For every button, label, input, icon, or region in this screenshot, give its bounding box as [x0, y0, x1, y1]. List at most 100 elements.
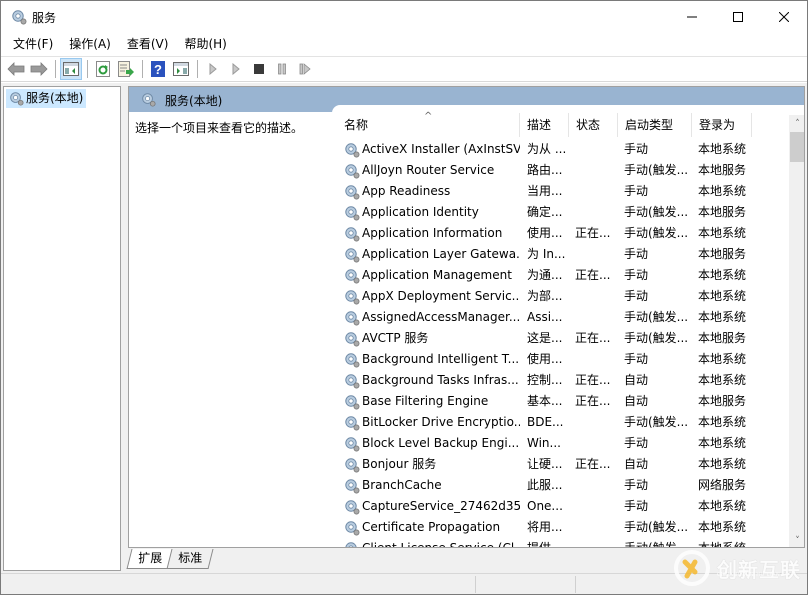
service-status: 正在...	[575, 226, 611, 240]
services-panel: 服务(本地) 选择一个项目来查看它的描述。 ^ 名称 描述 状态 启动类型 登录…	[128, 86, 805, 548]
pause-service-button[interactable]	[271, 58, 293, 80]
service-startup-type: 手动(触发...	[624, 310, 689, 324]
service-gear-icon	[345, 436, 360, 452]
service-row[interactable]: AVCTP 服务 这是... 正在... 手动(触发... 本地服务	[332, 328, 786, 349]
column-header-startup-type[interactable]: 启动类型	[618, 113, 692, 137]
service-name-text: Bonjour 服务	[362, 457, 437, 471]
service-log-on-as: 本地系统	[698, 268, 747, 282]
service-row[interactable]: App Readiness 当用... 手动 本地系统	[332, 181, 786, 202]
service-gear-icon	[345, 394, 360, 410]
refresh-button[interactable]	[92, 58, 114, 80]
watermark-logo-icon	[674, 550, 710, 586]
service-name: Background Tasks Infras...	[332, 370, 520, 391]
service-gear-icon	[345, 457, 360, 473]
service-name-text: Application Management	[362, 268, 512, 282]
service-row[interactable]: BitLocker Drive Encryptio... BDE... 手动(触发.…	[332, 412, 786, 433]
service-status: 正在...	[575, 331, 611, 345]
service-row[interactable]: AppX Deployment Servic... 为部... 手动 本地系统	[332, 286, 786, 307]
services-window: 服务 文件(F) 操作(A) 查看(V) 帮助(H) ? 服务(本地) 服务(本…	[0, 0, 808, 595]
stop-service-button[interactable]	[248, 58, 270, 80]
service-gear-icon	[345, 499, 360, 515]
service-name: AppX Deployment Servic...	[332, 286, 520, 307]
start-service-alt-button[interactable]	[225, 58, 247, 80]
menu-file[interactable]: 文件(F)	[5, 34, 61, 54]
service-startup-type: 手动(触发...	[624, 541, 689, 548]
service-name: BranchCache	[332, 475, 520, 496]
export-list-button[interactable]	[115, 58, 137, 80]
minimize-button[interactable]	[669, 1, 715, 33]
scroll-down-icon[interactable]: ˅	[789, 532, 804, 547]
service-log-on-as: 本地系统	[698, 499, 747, 513]
service-startup-type: 手动	[624, 142, 649, 156]
maximize-button[interactable]	[715, 1, 761, 33]
service-row[interactable]: BranchCache 此服... 手动 网络服务	[332, 475, 786, 496]
export-list-icon	[118, 61, 134, 77]
service-description: 将用...	[527, 520, 563, 534]
menu-view[interactable]: 查看(V)	[119, 34, 177, 54]
back-button[interactable]	[5, 58, 27, 80]
service-row[interactable]: Base Filtering Engine 基本... 正在... 自动 本地服务	[332, 391, 786, 412]
service-row[interactable]: Bonjour 服务 让硬... 正在... 自动 本地系统	[332, 454, 786, 475]
service-startup-type: 手动(触发...	[624, 226, 689, 240]
tab-standard[interactable]: 标准	[166, 549, 214, 569]
service-row[interactable]: ActiveX Installer (AxInstSV) 为从 ... 手动 本地系统	[332, 139, 786, 160]
service-row[interactable]: Background Tasks Infras... 控制... 正在... 自动 本地…	[332, 370, 786, 391]
service-startup-type: 手动(触发...	[624, 205, 689, 219]
service-row[interactable]: CaptureService_27462d35 One... 手动 本地系统	[332, 496, 786, 517]
service-name: AssignedAccessManager...	[332, 307, 520, 328]
service-row[interactable]: Certificate Propagation 将用... 手动(触发... 本地系统	[332, 517, 786, 538]
services-list: ^ 名称 描述 状态 启动类型 登录为 ActiveX Installer (A…	[332, 105, 804, 548]
service-row[interactable]: Application Management 为通... 正在... 手动 本地系统	[332, 265, 786, 286]
service-name: AVCTP 服务	[332, 328, 520, 349]
service-description: 基本...	[527, 394, 563, 408]
svg-text:?: ?	[154, 62, 162, 77]
column-header-log-on-as[interactable]: 登录为	[692, 113, 752, 137]
status-divider	[575, 576, 576, 593]
service-row[interactable]: Application Layer Gatewa... 为 In... 手动 本地服务	[332, 244, 786, 265]
service-row[interactable]: Application Identity 确定... 手动(触发... 本地服务	[332, 202, 786, 223]
main-content: 服务(本地) 服务(本地) 选择一个项目来查看它的描述。 ^ 名称 描述 状态 …	[1, 83, 807, 573]
menu-action[interactable]: 操作(A)	[61, 34, 119, 54]
service-log-on-as: 本地系统	[698, 310, 747, 324]
service-row[interactable]: AllJoyn Router Service 路由... 手动(触发... 本地服务	[332, 160, 786, 181]
service-row[interactable]: Block Level Backup Engi... Win... 手动 本地系统	[332, 433, 786, 454]
service-startup-type: 手动	[624, 478, 649, 492]
service-startup-type: 手动	[624, 247, 649, 261]
show-action-pane-button[interactable]	[170, 58, 192, 80]
pause-service-icon	[278, 63, 286, 75]
service-row[interactable]: Background Intelligent T... 使用... 手动 本地系统	[332, 349, 786, 370]
service-description: 使用...	[527, 352, 563, 366]
restart-service-button[interactable]	[294, 58, 316, 80]
service-description: 控制...	[527, 373, 563, 387]
title-bar: 服务	[1, 1, 807, 33]
service-row[interactable]: Client License Service (Cl... 提供... 手动(触发.…	[332, 538, 786, 548]
show-hide-console-tree-button[interactable]	[60, 58, 82, 80]
column-header-status[interactable]: 状态	[569, 113, 618, 137]
forward-button[interactable]	[28, 58, 50, 80]
service-log-on-as: 本地服务	[698, 205, 747, 219]
scroll-up-icon[interactable]: ˄	[789, 115, 804, 132]
vertical-scrollbar[interactable]: ˄ ˅	[789, 115, 804, 547]
service-name-text: ActiveX Installer (AxInstSV)	[362, 142, 520, 156]
service-gear-icon	[345, 352, 360, 368]
service-name: Client License Service (Cl...	[332, 538, 520, 548]
close-button[interactable]	[761, 1, 807, 33]
service-log-on-as: 本地服务	[698, 247, 747, 261]
column-header-name[interactable]: ^ 名称	[332, 111, 520, 137]
service-log-on-as: 本地系统	[698, 436, 747, 450]
tree-item-services-local[interactable]: 服务(本地)	[6, 89, 87, 108]
service-gear-icon	[345, 184, 360, 200]
start-service-button[interactable]	[202, 58, 224, 80]
service-status: 正在...	[575, 268, 611, 282]
service-name-text: Client License Service (Cl...	[362, 541, 520, 548]
menu-help[interactable]: 帮助(H)	[176, 34, 234, 54]
services-gear-icon	[12, 10, 27, 25]
column-header-description[interactable]: 描述	[520, 113, 569, 137]
service-description: 路由...	[527, 163, 563, 177]
service-row[interactable]: Application Information 使用... 正在... 手动(触发..…	[332, 223, 786, 244]
service-row[interactable]: AssignedAccessManager... Assi... 手动(触发... 本…	[332, 307, 786, 328]
help-button[interactable]: ?	[147, 58, 169, 80]
service-startup-type: 手动	[624, 268, 649, 282]
scrollbar-thumb[interactable]	[790, 132, 804, 162]
service-status: 正在...	[575, 457, 611, 471]
